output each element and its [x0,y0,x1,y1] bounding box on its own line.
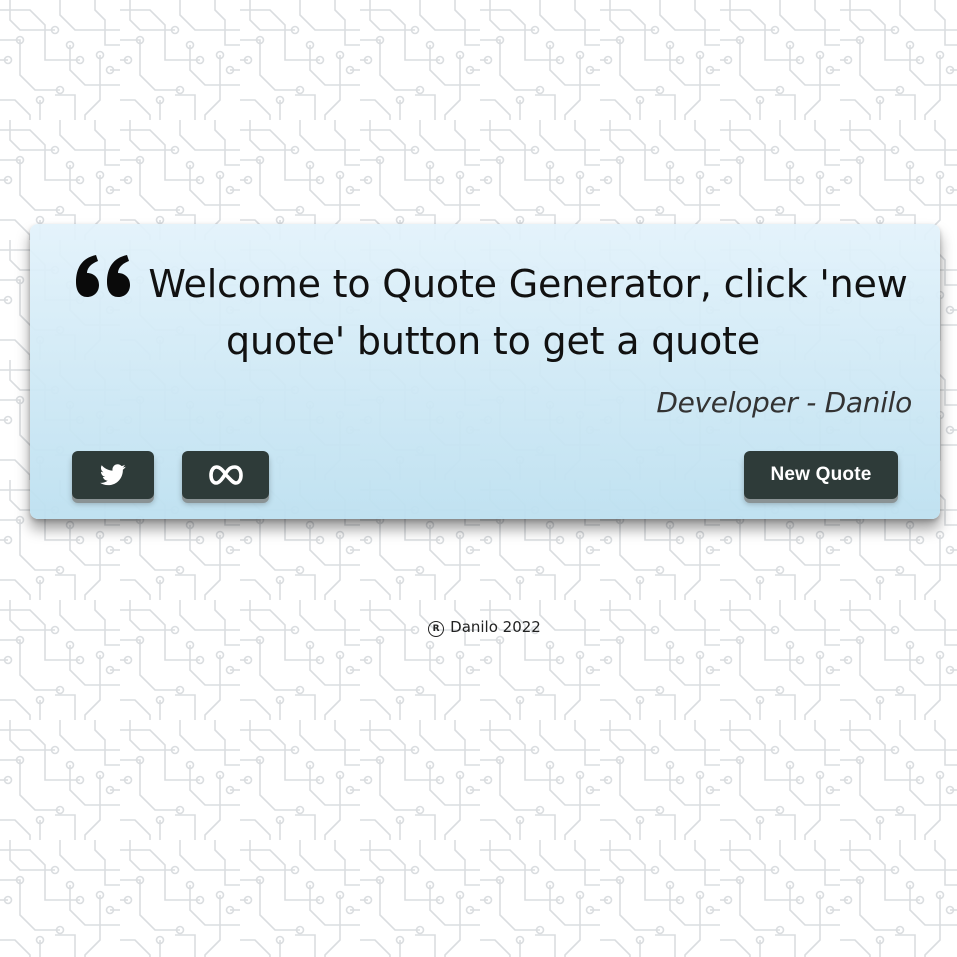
footer-text: Danilo 2022 [450,618,541,636]
quote-card: Welcome to Quote Generator, click 'new qu… [30,224,940,519]
twitter-share-button[interactable] [72,451,154,499]
new-quote-button[interactable]: New Quote [744,451,898,499]
quote-text: Welcome to Quote Generator, click 'new qu… [78,256,908,370]
quote-author: Developer - Danilo [656,386,912,419]
registered-icon: R [428,621,445,637]
meta-share-button[interactable] [182,451,269,499]
quote-text-line-2: quote' button to get a quote [226,319,760,363]
meta-icon [208,465,243,485]
twitter-icon [100,464,126,486]
footer: R Danilo 2022 [0,618,957,637]
quote-text-line-1: Welcome to Quote Generator, click 'new [148,262,908,306]
